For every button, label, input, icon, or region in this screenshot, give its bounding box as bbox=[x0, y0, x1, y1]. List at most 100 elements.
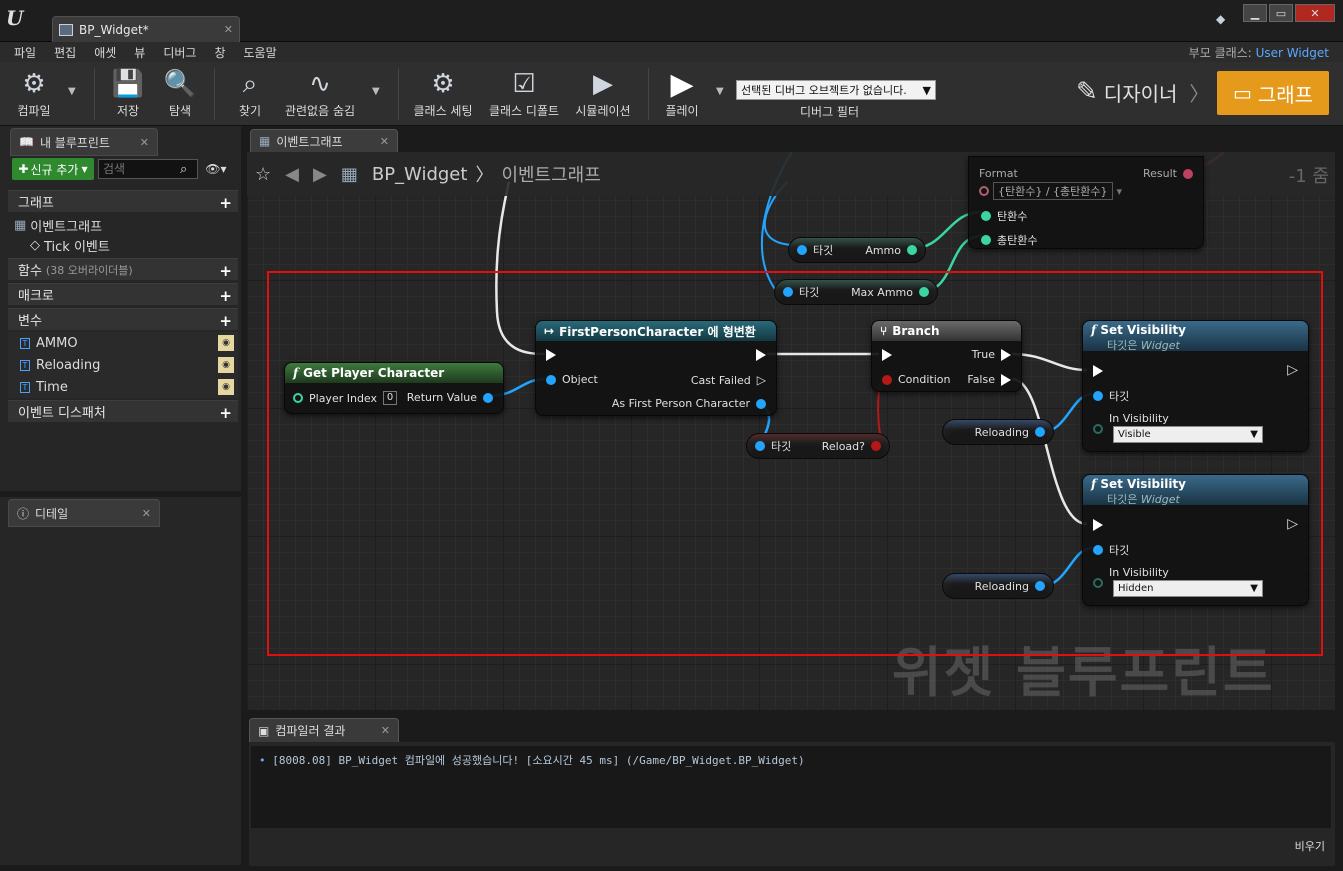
parent-class-link[interactable]: User Widget bbox=[1256, 46, 1329, 60]
designer-mode-button[interactable]: ✎ 디자이너 〉 bbox=[1076, 70, 1209, 114]
class-settings-button[interactable]: ⚙ 클래스 세팅 bbox=[410, 66, 476, 122]
browse-button[interactable]: 🔍 탐색 bbox=[158, 66, 202, 122]
find-button[interactable]: ⌕ 찾기 bbox=[226, 66, 274, 122]
play-dropdown-icon[interactable]: ▼ bbox=[716, 86, 724, 97]
curve-nodes-icon: ∿ bbox=[309, 69, 331, 99]
close-tab-icon[interactable]: ✕ bbox=[142, 507, 151, 520]
add-variable-plus-icon[interactable]: + bbox=[219, 312, 232, 330]
format-value[interactable]: {탄환수} / {총탄환수} bbox=[993, 182, 1113, 200]
variable-row-reloading[interactable]: T Reloading ◉ bbox=[8, 354, 238, 376]
toolbar-separator bbox=[214, 68, 215, 120]
compile-gear-icon: ⚙ bbox=[22, 69, 46, 99]
menu-help[interactable]: 도움말 bbox=[244, 44, 277, 61]
compiler-results-tab[interactable]: ▣ 컴파일러 결과 ✕ bbox=[249, 718, 399, 742]
close-tab-icon[interactable]: ✕ bbox=[140, 136, 149, 149]
target-label: 타깃 bbox=[813, 244, 834, 257]
breadcrumb-separator-icon: 〉 bbox=[475, 165, 494, 186]
text-variable-icon: T bbox=[20, 359, 30, 371]
variables-section-header[interactable]: 변수 + bbox=[8, 308, 238, 330]
macros-section-label: 매크로 bbox=[18, 289, 54, 304]
highlight-annotation-box bbox=[267, 271, 1323, 656]
document-tab[interactable]: BP_Widget* ✕ bbox=[52, 16, 240, 42]
graph-mode-button[interactable]: ▭ 그래프 bbox=[1217, 71, 1329, 115]
menu-edit[interactable]: 편집 bbox=[54, 44, 76, 61]
compile-dropdown-icon[interactable]: ▼ bbox=[68, 86, 76, 97]
play-button[interactable]: ▶ 플레이 bbox=[660, 66, 704, 122]
variable-row-ammo[interactable]: T AMMO ◉ bbox=[8, 332, 238, 354]
add-macro-plus-icon[interactable]: + bbox=[219, 287, 232, 305]
eye-icon[interactable]: 👁▾ bbox=[205, 162, 226, 176]
toolbar-separator bbox=[94, 68, 95, 120]
designer-label: 디자이너 bbox=[1103, 81, 1178, 106]
graph-icon: ▦ bbox=[14, 218, 27, 233]
pin-label: 총탄환수 bbox=[997, 234, 1038, 247]
macros-section-header[interactable]: 매크로 + bbox=[8, 283, 238, 305]
designer-icon: ✎ bbox=[1076, 77, 1098, 107]
debug-filter-label: 디버그 필터 bbox=[800, 105, 860, 119]
minimize-button[interactable]: ▁ bbox=[1243, 4, 1267, 22]
add-function-plus-icon[interactable]: + bbox=[219, 262, 232, 280]
event-diamond-icon: ◇ bbox=[30, 238, 40, 253]
breadcrumb-root[interactable]: BP_Widget bbox=[372, 164, 468, 185]
menu-window[interactable]: 창 bbox=[214, 44, 225, 61]
debug-object-select[interactable]: 선택된 디버그 오브젝트가 없습니다. ▼ bbox=[736, 80, 936, 100]
cube-icon[interactable]: ◆ bbox=[1216, 12, 1232, 28]
pin-dot[interactable] bbox=[981, 211, 991, 221]
simulation-button[interactable]: ▶ 시뮬레이션 bbox=[572, 66, 634, 122]
result-pin-dot[interactable] bbox=[1183, 168, 1193, 179]
details-tab[interactable]: ⓘ 디테일 ✕ bbox=[8, 499, 160, 527]
variable-row-time[interactable]: T Time ◉ bbox=[8, 376, 238, 398]
graph-icon: ▦ bbox=[259, 134, 271, 148]
functions-section-header[interactable]: 함수 (38 오버라이더블) + bbox=[8, 258, 238, 280]
graphs-section-header[interactable]: 그래프 + bbox=[8, 190, 238, 212]
close-tab-icon[interactable]: ✕ bbox=[380, 135, 389, 148]
hide-unrelated-label: 관련없음 숨김 bbox=[284, 104, 356, 118]
variables-section-label: 변수 bbox=[18, 314, 42, 329]
eye-icon[interactable]: ◉ bbox=[218, 335, 234, 351]
unreal-logo-icon: U bbox=[6, 6, 24, 30]
tree-item-event-graph[interactable]: ▦ 이벤트그래프 bbox=[14, 216, 102, 235]
zoom-level: -1 줌 bbox=[1288, 166, 1329, 187]
event-graph-tab[interactable]: ▦ 이벤트그래프 ✕ bbox=[250, 129, 398, 152]
maximize-button[interactable]: ▭ bbox=[1269, 4, 1293, 22]
chevron-down-icon: ▾ bbox=[1116, 184, 1123, 198]
graphs-section-label: 그래프 bbox=[18, 196, 54, 211]
favorite-star-icon[interactable]: ☆ bbox=[255, 164, 271, 185]
menu-asset[interactable]: 애셋 bbox=[94, 44, 116, 61]
menu-debug[interactable]: 디버그 bbox=[163, 44, 196, 61]
info-icon: ⓘ bbox=[17, 506, 30, 521]
format-pin-dot[interactable] bbox=[979, 186, 989, 196]
ammo-output-pin-dot[interactable] bbox=[907, 245, 917, 255]
compile-button[interactable]: ⚙ 컴파일 bbox=[8, 66, 60, 122]
my-blueprint-tab[interactable]: 📖 내 블루프린트 ✕ bbox=[10, 128, 158, 156]
add-dispatcher-plus-icon[interactable]: + bbox=[219, 404, 232, 422]
breadcrumb-leaf[interactable]: 이벤트그래프 bbox=[501, 161, 600, 187]
close-window-button[interactable]: ✕ bbox=[1295, 4, 1335, 22]
save-button[interactable]: 💾 저장 bbox=[106, 66, 150, 122]
dispatchers-section-header[interactable]: 이벤트 디스패처 + bbox=[8, 400, 238, 422]
hide-unrelated-dropdown-icon[interactable]: ▼ bbox=[372, 86, 380, 97]
eye-icon[interactable]: ◉ bbox=[218, 357, 234, 373]
target-pin-dot[interactable] bbox=[797, 245, 807, 255]
back-arrow-icon[interactable]: ◀ bbox=[285, 164, 299, 185]
menu-file[interactable]: 파일 bbox=[14, 44, 36, 61]
close-tab-icon[interactable]: ✕ bbox=[381, 724, 390, 737]
clear-log-button[interactable]: 비우기 bbox=[1295, 838, 1325, 854]
tree-item-tick-event[interactable]: ◇ Tick 이벤트 bbox=[30, 236, 110, 255]
eye-icon[interactable]: ◉ bbox=[218, 379, 234, 395]
add-graph-plus-icon[interactable]: + bbox=[219, 194, 232, 212]
tree-item-label: 이벤트그래프 bbox=[30, 220, 103, 235]
format-text-node[interactable]: Format {탄환수} / {총탄환수} ▾ Result 탄환수 총탄환수 bbox=[968, 156, 1204, 249]
text-variable-icon: T bbox=[20, 381, 30, 393]
menu-view[interactable]: 뷰 bbox=[134, 44, 145, 61]
close-tab-icon[interactable]: ✕ bbox=[224, 23, 233, 36]
ammo-getter-node[interactable]: 타깃 Ammo bbox=[788, 237, 926, 263]
search-icon[interactable]: ⌕ bbox=[180, 162, 187, 177]
pin-dot[interactable] bbox=[981, 235, 991, 245]
hide-unrelated-button[interactable]: ∿ 관련없음 숨김 bbox=[282, 66, 358, 122]
terminal-icon: ▣ bbox=[258, 723, 270, 738]
forward-arrow-icon[interactable]: ▶ bbox=[313, 164, 327, 185]
compiler-log: • [8008.08] BP_Widget 컴파일에 성공했습니다! [소요시간… bbox=[251, 746, 1331, 828]
class-defaults-button[interactable]: ☑ 클래스 디폴트 bbox=[486, 66, 562, 122]
add-new-button[interactable]: ✚ 신규 추가 ▼ bbox=[12, 158, 94, 180]
